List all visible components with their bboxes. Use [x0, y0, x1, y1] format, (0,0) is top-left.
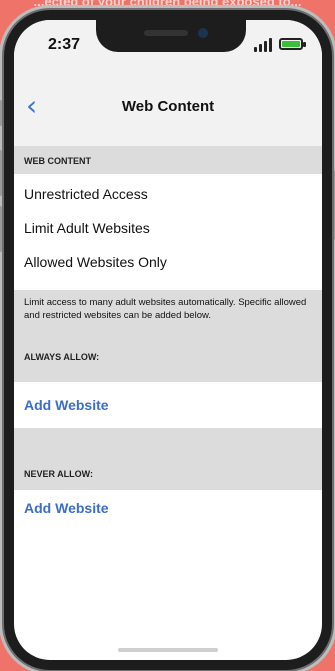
add-website-never-allow-link[interactable]: Add Website: [24, 500, 109, 516]
battery-icon: [279, 38, 306, 50]
notch: [96, 20, 246, 52]
description-text: Limit access to many adult websites auto…: [14, 290, 322, 344]
section-header-never-allow: NEVER ALLOW:: [14, 466, 322, 490]
option-allowed-websites-only[interactable]: Allowed Websites Only: [24, 254, 167, 270]
section-header-web-content: WEB CONTENT: [14, 146, 322, 174]
phone-screen: 2:37 ‹ Web Content WEB CONTENT Unrestric…: [14, 20, 322, 660]
signal-icon: [254, 38, 272, 52]
banner-text: ...ected of your children being exposed …: [33, 0, 302, 9]
volume-up-button: [0, 150, 2, 196]
speaker-grille: [144, 30, 188, 36]
add-website-always-allow-link[interactable]: Add Website: [24, 397, 109, 413]
volume-down-button: [0, 206, 2, 252]
mute-switch: [0, 100, 2, 126]
section-spacer: [14, 428, 322, 466]
phone-frame: 2:37 ‹ Web Content WEB CONTENT Unrestric…: [0, 10, 335, 670]
camera-icon: [198, 28, 208, 38]
option-limit-adult-websites[interactable]: Limit Adult Websites: [24, 220, 150, 236]
option-unrestricted-access[interactable]: Unrestricted Access: [24, 186, 148, 202]
status-time: 2:37: [48, 36, 81, 53]
home-indicator: [118, 648, 218, 652]
status-bar: 2:37: [14, 20, 322, 66]
section-header-always-allow: ALWAYS ALLOW:: [14, 344, 322, 382]
nav-bar: ‹ Web Content: [14, 66, 322, 146]
page-title: Web Content: [121, 98, 215, 115]
